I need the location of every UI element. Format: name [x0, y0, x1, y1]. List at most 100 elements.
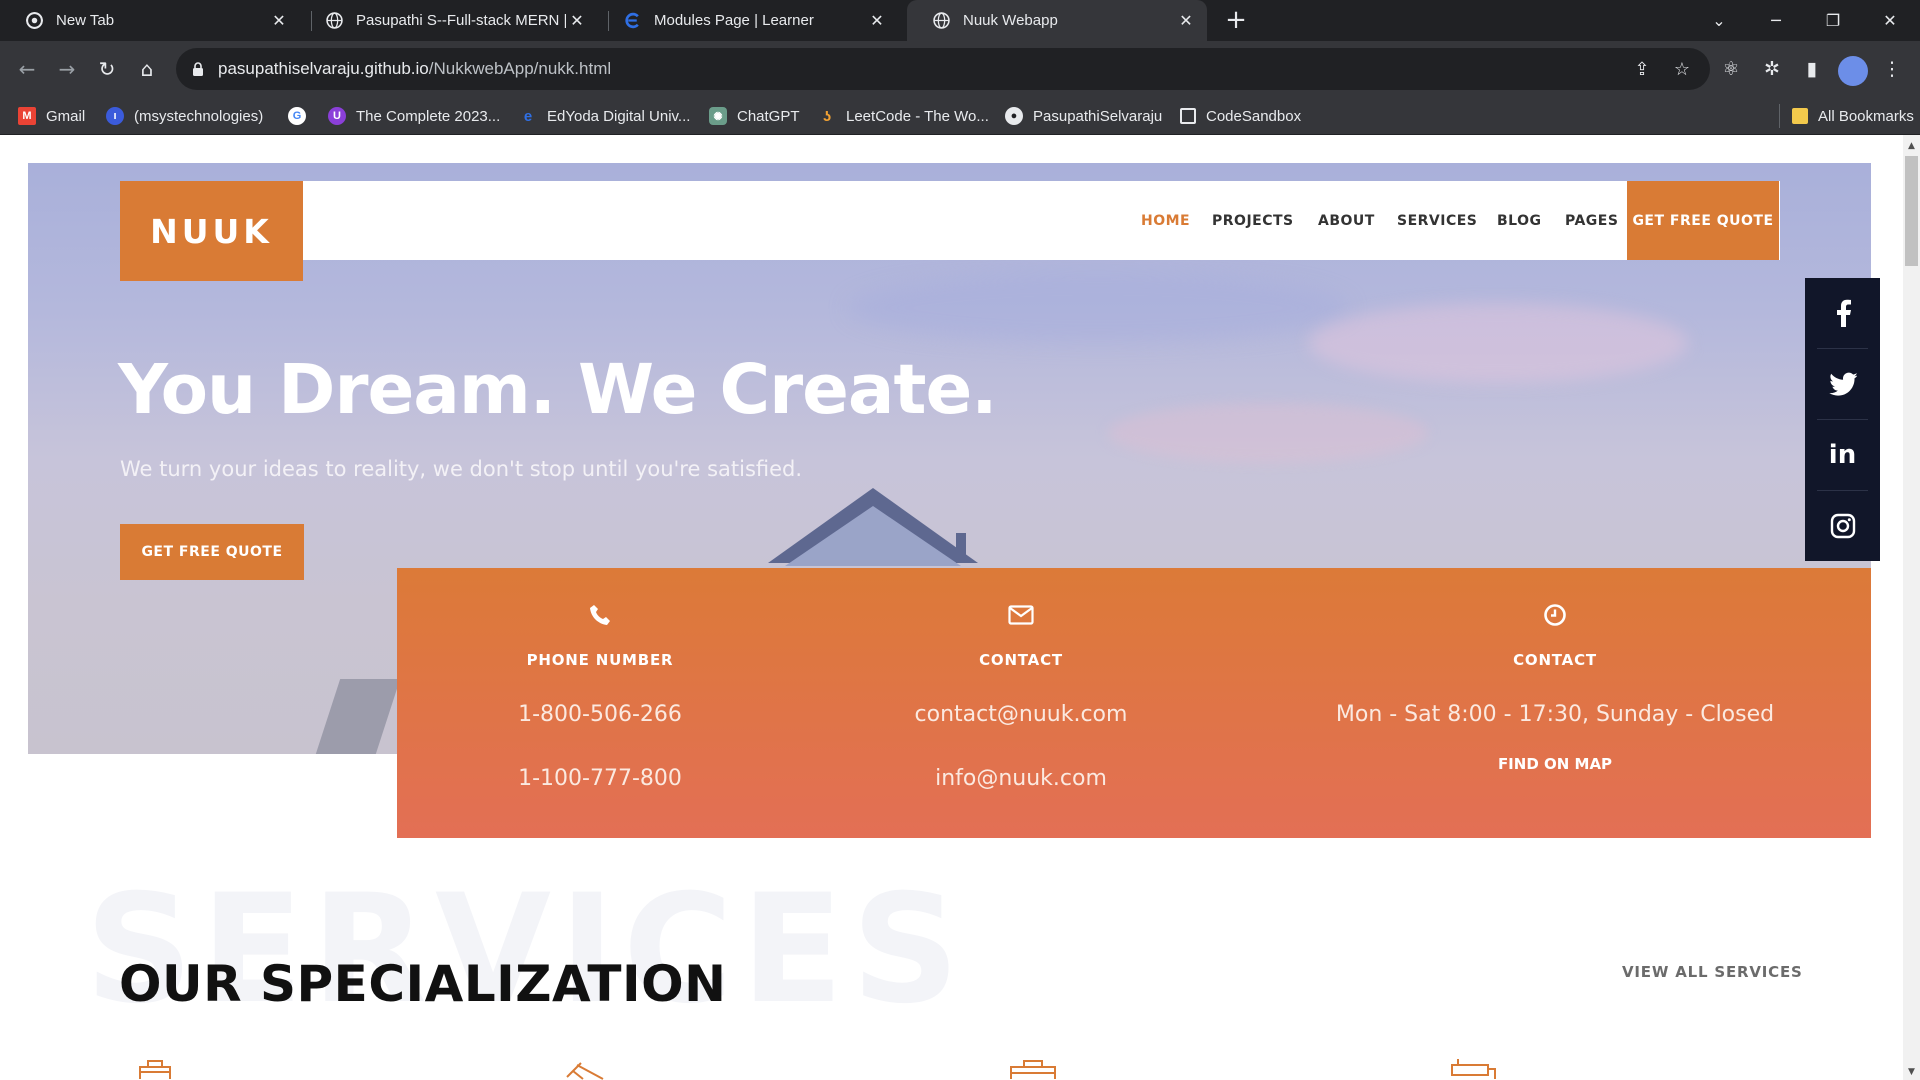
nav-pages[interactable]: PAGES [1565, 181, 1618, 260]
new-tab-plus-icon[interactable]: + [1222, 5, 1250, 35]
briefcase-icon [1010, 1060, 1056, 1079]
close-tab-icon[interactable]: ✕ [268, 10, 290, 32]
restore-icon[interactable]: ❐ [1809, 0, 1857, 41]
phone-number-2[interactable]: 1-100-777-800 [397, 766, 803, 791]
bookmark-codesandbox[interactable]: CodeSandbox [1180, 97, 1301, 135]
side-panel-icon[interactable]: ▮ [1798, 55, 1826, 83]
chrome-icon [26, 12, 43, 29]
tab-modules-page[interactable]: Modules Page | Learner ✕ [598, 0, 898, 41]
page-scrollbar[interactable] [1903, 135, 1920, 1080]
bookmark-label: ChatGPT [737, 107, 800, 125]
lock-icon [193, 62, 203, 76]
bookmark-chatgpt[interactable]: ✺ ChatGPT [709, 97, 800, 135]
bookmark-label: CodeSandbox [1206, 107, 1302, 125]
close-window-icon[interactable]: ✕ [1866, 0, 1914, 41]
info-label: CONTACT [979, 651, 1063, 669]
get-quote-hero-button[interactable]: GET FREE QUOTE [120, 524, 304, 580]
folder-icon [1792, 108, 1808, 124]
address-bar[interactable]: pasupathiselvaraju.github.io/NukkwebApp/… [176, 48, 1710, 90]
forward-arrow-icon[interactable]: → [53, 55, 81, 83]
house-wall [315, 679, 401, 754]
email-info[interactable]: info@nuuk.com [803, 766, 1239, 791]
info-label: CONTACT [1513, 651, 1597, 669]
gmail-icon: M [18, 107, 36, 125]
url-host: pasupathiselvaraju.github.io [218, 59, 429, 78]
url-path: /NukkwebApp/nukk.html [428, 59, 612, 78]
reload-icon[interactable]: ↻ [93, 55, 121, 83]
get-quote-nav-button[interactable]: GET FREE QUOTE [1627, 181, 1779, 260]
bookmark-github[interactable]: ● PasupathiSelvaraju [1005, 97, 1162, 135]
instagram-icon[interactable] [1805, 491, 1880, 561]
hero-subtitle: We turn your ideas to reality, we don't … [120, 457, 803, 481]
tab-title: New Tab [56, 12, 115, 29]
bookmark-star-icon[interactable]: ☆ [1670, 57, 1694, 81]
google-icon: G [288, 107, 306, 125]
scroll-down-arrow-icon[interactable]: ▼ [1903, 1063, 1920, 1080]
home-icon[interactable]: ⌂ [133, 55, 161, 83]
twitter-icon[interactable] [1805, 349, 1880, 419]
find-on-map-link[interactable]: FIND ON MAP [1239, 755, 1871, 773]
nav-blog[interactable]: BLOG [1497, 181, 1542, 260]
site-logo[interactable]: NUUK [120, 181, 303, 281]
close-tab-icon[interactable]: ✕ [1175, 10, 1197, 32]
bookmark-msys[interactable]: ı (msystechnologies) [106, 97, 263, 135]
phone-number-1[interactable]: 1-800-506-266 [397, 702, 803, 727]
tab-nuuk-webapp[interactable]: Nuuk Webapp ✕ [907, 0, 1207, 41]
nav-about[interactable]: ABOUT [1318, 181, 1375, 260]
facebook-icon[interactable] [1805, 278, 1880, 348]
email-contact[interactable]: contact@nuuk.com [803, 702, 1239, 727]
close-tab-icon[interactable]: ✕ [866, 10, 888, 32]
web-page: NUUK HOME PROJECTS ABOUT SERVICES BLOG P… [0, 135, 1903, 1080]
tab-search-chevron-icon[interactable]: ⌄ [1695, 0, 1743, 41]
house-roof-inner [785, 506, 961, 566]
bookmark-udemy[interactable]: U The Complete 2023... [328, 97, 500, 135]
tab-new-tab[interactable]: New Tab ✕ [0, 0, 300, 41]
view-all-services-link[interactable]: VIEW ALL SERVICES [1622, 963, 1803, 981]
msys-icon: ı [106, 107, 124, 125]
clock-icon [1239, 601, 1871, 629]
tab-strip: New Tab ✕ Pasupathi S--Full-stack MERN |… [0, 0, 1920, 41]
react-devtools-icon[interactable]: ⚛ [1717, 55, 1745, 83]
nav-services[interactable]: SERVICES [1397, 181, 1477, 260]
nav-home[interactable]: HOME [1141, 181, 1190, 260]
globe-icon [326, 12, 343, 29]
nav-projects[interactable]: PROJECTS [1212, 181, 1294, 260]
info-email: CONTACT contact@nuuk.com info@nuuk.com [803, 568, 1239, 838]
bookmark-label: EdYoda Digital Univ... [547, 107, 691, 125]
twitter-glyph [1828, 372, 1857, 396]
extensions-puzzle-icon[interactable]: ✲ [1758, 55, 1786, 83]
bookmark-leetcode[interactable]: ʖ LeetCode - The Wo... [818, 97, 989, 135]
udemy-icon: U [328, 107, 346, 125]
url-text[interactable]: pasupathiselvaraju.github.io/NukkwebApp/… [218, 59, 611, 79]
scrollbar-thumb[interactable] [1905, 156, 1918, 266]
bookmark-label: PasupathiSelvaraju [1033, 107, 1163, 125]
minimize-icon[interactable]: ─ [1752, 0, 1800, 41]
bookmark-label: All Bookmarks [1818, 107, 1914, 125]
tab-portfolio[interactable]: Pasupathi S--Full-stack MERN || ✕ [300, 0, 598, 41]
scroll-up-arrow-icon[interactable]: ▲ [1903, 137, 1920, 154]
bookmarks-bar: M Gmail ı (msystechnologies) G U The Comple… [0, 97, 1920, 135]
share-icon[interactable]: ⇪ [1630, 57, 1654, 81]
envelope-icon [803, 601, 1239, 629]
browser-toolbar: ← → ↻ ⌂ pasupathiselvaraju.github.io/Nuk… [0, 41, 1920, 97]
bookmark-label: Gmail [46, 107, 86, 125]
ruler-pencil-icon [566, 1062, 604, 1080]
back-arrow-icon[interactable]: ← [13, 55, 41, 83]
bookmark-edyoda[interactable]: e EdYoda Digital Univ... [519, 97, 691, 135]
contact-info-banner: PHONE NUMBER 1-800-506-266 1-100-777-800… [397, 568, 1871, 838]
bookmark-gmail[interactable]: M Gmail [18, 97, 85, 135]
all-bookmarks[interactable]: All Bookmarks [1779, 104, 1914, 128]
sky-cloud [1108, 403, 1428, 463]
section-title: OUR SPECIALIZATION [119, 955, 727, 1013]
linkedin-icon[interactable]: in [1805, 420, 1880, 490]
paint-roller-icon [1451, 1059, 1496, 1079]
bookmark-label: (msystechnologies) [134, 107, 264, 125]
kebab-menu-icon[interactable]: ⋮ [1878, 55, 1906, 83]
close-tab-icon[interactable]: ✕ [566, 10, 588, 32]
tab-title: Pasupathi S--Full-stack MERN || [356, 12, 566, 29]
bookmark-label: The Complete 2023... [356, 107, 501, 125]
profile-avatar[interactable] [1838, 56, 1868, 86]
github-icon: ● [1005, 107, 1023, 125]
sky-cloud [848, 273, 1348, 343]
bookmark-google[interactable]: G [288, 97, 316, 135]
